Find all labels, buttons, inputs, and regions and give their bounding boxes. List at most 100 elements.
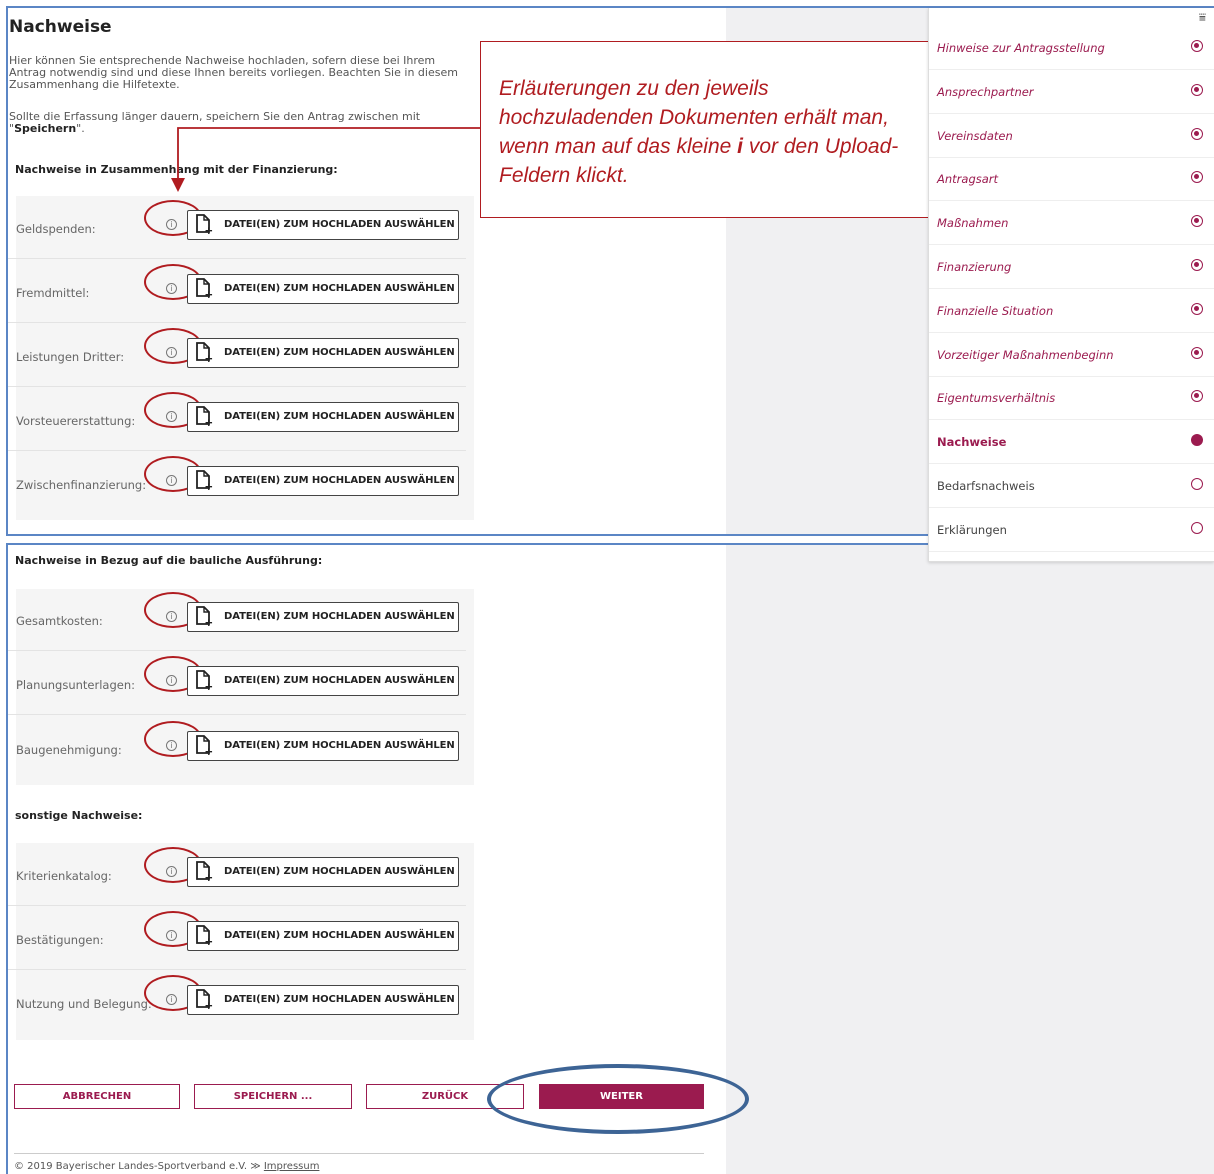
row-divider (8, 905, 466, 906)
file-add-icon: + (196, 606, 213, 629)
upload-label: Gesamtkosten: (16, 614, 103, 628)
sidebar-item[interactable]: Erklärungen (929, 508, 1214, 552)
file-add-icon: + (196, 406, 213, 429)
content-gutter-bottom (726, 545, 1214, 1174)
filter-icon[interactable]: ⩸ (1199, 10, 1206, 25)
file-add-icon: + (196, 470, 213, 493)
step-status-icon (1191, 259, 1203, 271)
upload-label: Fremdmittel: (16, 286, 90, 300)
upload-label: Geldspenden: (16, 222, 96, 236)
sidebar-item[interactable]: Nachweise (929, 420, 1214, 465)
upload-button-label: DATEI(EN) ZUM HOCHLADEN AUSWÄHLEN (224, 219, 455, 230)
step-status-icon (1191, 478, 1203, 490)
step-status-icon (1191, 171, 1203, 184)
upload-row: Baugenehmigung: i + DATEI(EN) ZUM HOCHLADEN… (8, 721, 466, 787)
sidebar-item[interactable]: Vorzeitiger Maßnahmenbeginn (929, 333, 1214, 377)
upload-button-label: DATEI(EN) ZUM HOCHLADEN AUSWÄHLEN (224, 740, 455, 751)
upload-button-label: DATEI(EN) ZUM HOCHLADEN AUSWÄHLEN (224, 347, 455, 358)
file-upload-button[interactable]: + DATEI(EN) ZUM HOCHLADEN AUSWÄHLEN (187, 666, 459, 696)
annotation-callout: Erläuterungen zu den jeweils hochzuladen… (480, 41, 932, 218)
file-upload-button[interactable]: + DATEI(EN) ZUM HOCHLADEN AUSWÄHLEN (187, 466, 459, 496)
sidebar-item[interactable]: Hinweise zur Antragsstellung (929, 26, 1214, 70)
upload-label: Nutzung und Belegung: (16, 997, 152, 1011)
upload-row: Zwischenfinanzierung: i + DATEI(EN) ZUM HOC… (8, 456, 466, 522)
file-upload-button[interactable]: + DATEI(EN) ZUM HOCHLADEN AUSWÄHLEN (187, 210, 459, 240)
sidebar-item[interactable]: Antragsart (929, 157, 1214, 202)
file-add-icon: + (196, 278, 213, 301)
upload-button-label: DATEI(EN) ZUM HOCHLADEN AUSWÄHLEN (224, 411, 455, 422)
row-divider (8, 450, 466, 451)
upload-button-label: DATEI(EN) ZUM HOCHLADEN AUSWÄHLEN (224, 930, 455, 941)
sidebar-item[interactable]: Ansprechpartner (929, 70, 1214, 114)
file-upload-button[interactable]: + DATEI(EN) ZUM HOCHLADEN AUSWÄHLEN (187, 602, 459, 632)
sidebar-item[interactable]: Finanzierung (929, 245, 1214, 289)
step-status-icon (1191, 83, 1203, 96)
step-status-icon (1191, 521, 1203, 534)
step-status-icon (1191, 346, 1203, 359)
upload-row: Fremdmittel: i + DATEI(EN) ZUM HOCHLADEN AU… (8, 264, 466, 330)
file-upload-button[interactable]: + DATEI(EN) ZUM HOCHLADEN AUSWÄHLEN (187, 402, 459, 432)
step-navigation: ⩸ Hinweise zur Antragsstellung Ansprechpa… (928, 8, 1214, 562)
copyright: © 2019 Bayerischer Landes-Sportverband e… (14, 1161, 320, 1172)
section-heading: Nachweise in Zusammenhang mit der Finanz… (15, 163, 338, 176)
upload-row: Nutzung und Belegung: i + DATEI(EN) ZUM HOC… (8, 975, 466, 1041)
page-title: Nachweise (9, 17, 112, 37)
file-upload-button[interactable]: + DATEI(EN) ZUM HOCHLADEN AUSWÄHLEN (187, 274, 459, 304)
row-divider (8, 650, 466, 651)
sidebar-item[interactable]: Finanzielle Situation (929, 289, 1214, 333)
sidebar-item-label: Eigentumsverhältnis (937, 391, 1056, 406)
annotation-next-highlight (487, 1064, 749, 1134)
sidebar-item-label: Hinweise zur Antragsstellung (937, 41, 1105, 55)
upload-label: Zwischenfinanzierung: (16, 478, 147, 492)
row-divider (8, 969, 466, 970)
section-heading: sonstige Nachweise: (15, 809, 143, 822)
upload-row: Kriterienkatalog: i + DATEI(EN) ZUM HOCHLAD… (8, 847, 466, 913)
step-status-icon (1191, 40, 1203, 52)
file-upload-button[interactable]: + DATEI(EN) ZUM HOCHLADEN AUSWÄHLEN (187, 921, 459, 951)
upload-row: Vorsteuererstattung: i + DATEI(EN) ZUM HOCH… (8, 392, 466, 458)
file-add-icon: + (196, 670, 213, 693)
step-status-icon (1191, 390, 1203, 403)
sidebar-item[interactable]: Maßnahmen (929, 201, 1214, 246)
callout-text: Erläuterungen zu den jeweils hochzuladen… (499, 77, 899, 187)
upload-row: Leistungen Dritter: i + DATEI(EN) ZUM HOCHL… (8, 328, 466, 394)
cancel-button[interactable]: ABBRECHEN (14, 1084, 180, 1109)
section-heading: Nachweise in Bezug auf die bauliche Ausf… (15, 554, 323, 567)
file-add-icon: + (196, 735, 213, 758)
upload-label: Baugenehmigung: (16, 743, 122, 757)
file-upload-button[interactable]: + DATEI(EN) ZUM HOCHLADEN AUSWÄHLEN (187, 338, 459, 368)
sidebar-item-label: Finanzierung (937, 260, 1012, 274)
sidebar-item-label: Vorzeitiger Maßnahmenbeginn (937, 347, 1114, 362)
upload-row: Bestätigungen: i + DATEI(EN) ZUM HOCHLADEN … (8, 911, 466, 977)
upload-button-label: DATEI(EN) ZUM HOCHLADEN AUSWÄHLEN (224, 675, 455, 686)
row-divider (8, 714, 466, 715)
file-add-icon: + (196, 861, 213, 884)
sidebar-item-label: Bedarfsnachweis (937, 479, 1035, 493)
upload-button-label: DATEI(EN) ZUM HOCHLADEN AUSWÄHLEN (224, 994, 455, 1005)
file-upload-button[interactable]: + DATEI(EN) ZUM HOCHLADEN AUSWÄHLEN (187, 857, 459, 887)
footer-divider (14, 1153, 704, 1154)
sidebar-item[interactable]: Vereinsdaten (929, 114, 1214, 158)
file-upload-button[interactable]: + DATEI(EN) ZUM HOCHLADEN AUSWÄHLEN (187, 731, 459, 761)
upload-label: Kriterienkatalog: (16, 869, 112, 883)
file-add-icon: + (196, 925, 213, 948)
sidebar-item-label: Nachweise (937, 435, 1007, 450)
sidebar-item-label: Vereinsdaten (937, 128, 1013, 143)
upload-row: Geldspenden: i + DATEI(EN) ZUM HOCHLADEN AU… (8, 200, 466, 266)
sidebar-item[interactable]: Bedarfsnachweis (929, 464, 1214, 508)
upload-label: Vorsteuererstattung: (16, 414, 136, 428)
row-divider (8, 386, 466, 387)
save-button[interactable]: SPEICHERN ... (194, 1084, 352, 1109)
save-hint: Sollte die Erfassung länger dauern, spei… (9, 110, 421, 135)
sidebar-item[interactable]: Eigentumsverhältnis (929, 376, 1214, 421)
sidebar-item-label: Ansprechpartner (937, 84, 1034, 99)
sidebar-item-label: Finanzielle Situation (937, 303, 1054, 318)
step-status-icon (1191, 127, 1203, 140)
upload-row: Gesamtkosten: i + DATEI(EN) ZUM HOCHLADEN A… (8, 592, 466, 658)
impressum-link[interactable]: Impressum (264, 1161, 320, 1172)
file-add-icon: + (196, 989, 213, 1012)
intro-text: Hier können Sie entsprechende Nachweise … (9, 54, 458, 91)
file-upload-button[interactable]: + DATEI(EN) ZUM HOCHLADEN AUSWÄHLEN (187, 985, 459, 1015)
save-hint-bold: Speichern (14, 122, 77, 135)
step-status-icon (1191, 434, 1203, 447)
